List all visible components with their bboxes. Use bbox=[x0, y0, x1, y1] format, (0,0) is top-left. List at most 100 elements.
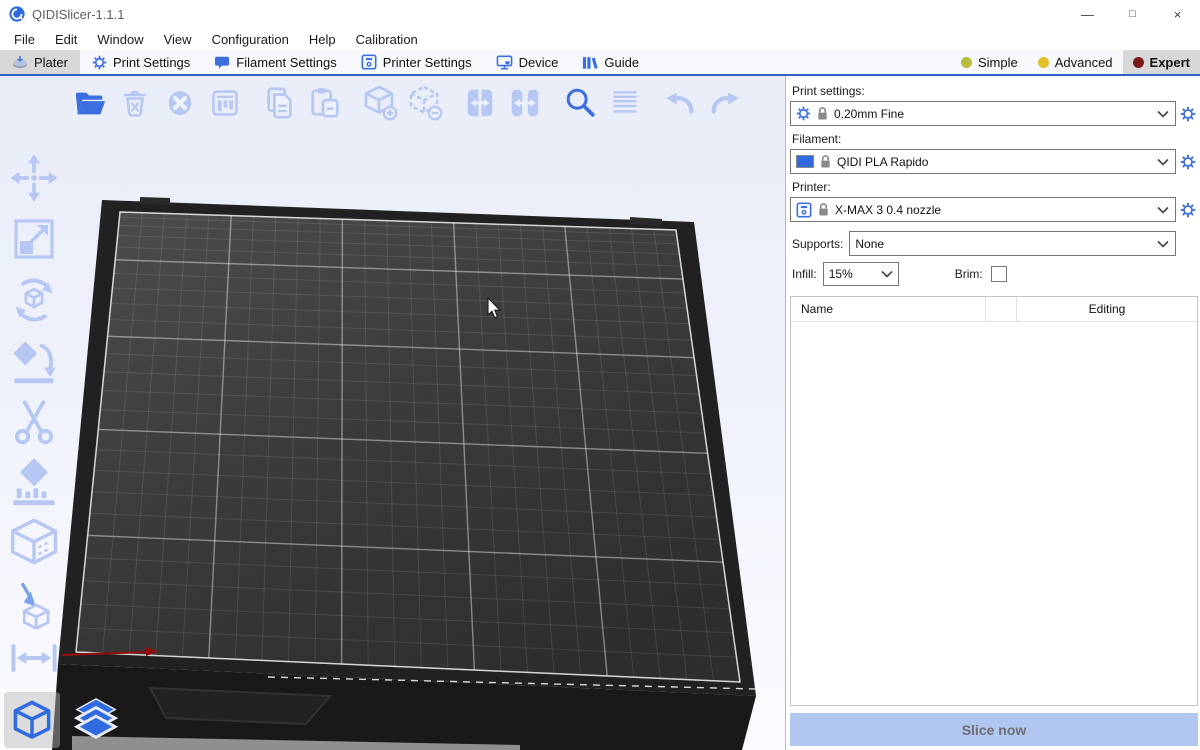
monitor-icon bbox=[496, 55, 513, 70]
filament-icon bbox=[214, 55, 230, 70]
tab-guide[interactable]: Guide bbox=[570, 50, 651, 74]
viewport-3d[interactable] bbox=[0, 76, 786, 750]
seam-cube-button[interactable] bbox=[6, 579, 62, 631]
menu-edit[interactable]: Edit bbox=[45, 28, 87, 50]
build-plate-scene bbox=[0, 76, 786, 750]
simple-dot-icon bbox=[961, 57, 972, 68]
paste-icon bbox=[308, 85, 342, 121]
cut-button[interactable] bbox=[6, 396, 62, 448]
variable-layer-height-button[interactable] bbox=[607, 84, 643, 122]
column-editing: Editing bbox=[1017, 302, 1197, 316]
maximize-button[interactable]: □ bbox=[1110, 0, 1155, 28]
split-to-objects-button[interactable] bbox=[462, 84, 498, 122]
remove-instance-cube-icon bbox=[407, 84, 443, 122]
add-instance-button[interactable] bbox=[362, 84, 398, 122]
column-name: Name bbox=[791, 302, 985, 316]
printer-select[interactable]: X-MAX 3 0.4 nozzle bbox=[790, 197, 1176, 222]
paint-supports-icon bbox=[8, 456, 60, 510]
app-logo-icon bbox=[9, 6, 25, 22]
expert-dot-icon bbox=[1133, 57, 1144, 68]
remove-instance-button[interactable] bbox=[407, 84, 443, 122]
arrange-button[interactable] bbox=[207, 84, 243, 122]
printer-icon bbox=[361, 54, 377, 70]
chevron-down-icon bbox=[1157, 206, 1169, 214]
paint-supports-button[interactable] bbox=[6, 457, 62, 509]
scale-button[interactable] bbox=[6, 213, 62, 265]
filament-select[interactable]: QIDI PLA Rapido bbox=[790, 149, 1176, 174]
gear-icon bbox=[92, 55, 107, 70]
tab-printer-settings[interactable]: Printer Settings bbox=[349, 50, 484, 74]
object-list-body[interactable] bbox=[791, 322, 1197, 705]
object-list-table[interactable]: Name Editing bbox=[790, 296, 1198, 706]
mode-simple[interactable]: Simple bbox=[951, 50, 1028, 74]
copy-button[interactable] bbox=[262, 84, 298, 122]
gear-icon bbox=[796, 106, 811, 121]
gear-icon bbox=[1180, 106, 1196, 122]
brim-checkbox[interactable] bbox=[991, 266, 1007, 282]
mode-advanced[interactable]: Advanced bbox=[1028, 50, 1123, 74]
printer-gear-button[interactable] bbox=[1178, 202, 1198, 218]
filament-color-swatch bbox=[796, 155, 814, 168]
menu-configuration[interactable]: Configuration bbox=[202, 28, 299, 50]
move-button[interactable] bbox=[6, 152, 62, 204]
books-icon bbox=[582, 55, 598, 70]
folder-open-icon bbox=[72, 86, 108, 120]
filament-label: Filament: bbox=[792, 132, 1198, 146]
object-list-header: Name Editing bbox=[791, 297, 1197, 322]
paste-button[interactable] bbox=[307, 84, 343, 122]
move-icon bbox=[8, 152, 60, 204]
add-instance-cube-icon bbox=[362, 84, 398, 122]
split-to-parts-button[interactable] bbox=[507, 84, 543, 122]
menu-window[interactable]: Window bbox=[87, 28, 153, 50]
lock-icon bbox=[819, 154, 832, 169]
print-settings-gear-button[interactable] bbox=[1178, 106, 1198, 122]
view-3d-editor-button[interactable] bbox=[4, 692, 60, 748]
chevron-down-icon bbox=[1157, 110, 1169, 118]
copy-icon bbox=[263, 85, 297, 121]
tab-plater[interactable]: Plater bbox=[0, 50, 80, 74]
advanced-dot-icon bbox=[1038, 57, 1049, 68]
supports-select[interactable]: None bbox=[849, 231, 1176, 256]
printer-icon bbox=[796, 202, 812, 218]
delete-all-icon bbox=[164, 86, 196, 120]
tab-print-settings[interactable]: Print Settings bbox=[80, 50, 202, 74]
place-on-face-icon bbox=[8, 335, 60, 387]
menu-view[interactable]: View bbox=[154, 28, 202, 50]
search-icon bbox=[563, 85, 597, 121]
layer-lines-icon bbox=[609, 86, 641, 120]
arrange-icon bbox=[209, 86, 241, 120]
delete-button[interactable] bbox=[117, 84, 153, 122]
view-preview-button[interactable] bbox=[68, 692, 124, 748]
menu-calibration[interactable]: Calibration bbox=[346, 28, 428, 50]
redo-button[interactable] bbox=[707, 84, 743, 122]
tab-filament-settings[interactable]: Filament Settings bbox=[202, 50, 348, 74]
layers-preview-icon bbox=[73, 697, 119, 743]
cube-3d-view-icon bbox=[11, 699, 53, 741]
minimize-button[interactable]: — bbox=[1065, 0, 1110, 28]
close-button[interactable]: × bbox=[1155, 0, 1200, 28]
rotate-button[interactable] bbox=[6, 274, 62, 326]
menu-file[interactable]: File bbox=[4, 28, 45, 50]
brim-label: Brim: bbox=[955, 267, 983, 281]
distance-button[interactable] bbox=[6, 640, 62, 676]
trash-delete-icon bbox=[119, 86, 151, 120]
measure-cube-icon bbox=[7, 516, 61, 572]
tab-bar: Plater Print Settings Filament Settings … bbox=[0, 50, 1200, 76]
infill-select[interactable]: 15% bbox=[823, 262, 899, 286]
supports-value: None bbox=[855, 237, 1152, 251]
top-toolbar bbox=[72, 84, 743, 122]
measure-cube-button[interactable] bbox=[6, 518, 62, 570]
delete-all-button[interactable] bbox=[162, 84, 198, 122]
undo-button[interactable] bbox=[662, 84, 698, 122]
filament-gear-button[interactable] bbox=[1178, 154, 1198, 170]
print-settings-select[interactable]: 0.20mm Fine bbox=[790, 101, 1176, 126]
tab-device[interactable]: Device bbox=[484, 50, 571, 74]
print-settings-label: Print settings: bbox=[792, 84, 1198, 98]
split-parts-icon bbox=[508, 85, 542, 121]
search-button[interactable] bbox=[562, 84, 598, 122]
open-button[interactable] bbox=[72, 84, 108, 122]
mode-expert[interactable]: Expert bbox=[1123, 50, 1200, 74]
menu-help[interactable]: Help bbox=[299, 28, 346, 50]
slice-now-button[interactable]: Slice now bbox=[790, 713, 1198, 746]
place-on-face-button[interactable] bbox=[6, 335, 62, 387]
